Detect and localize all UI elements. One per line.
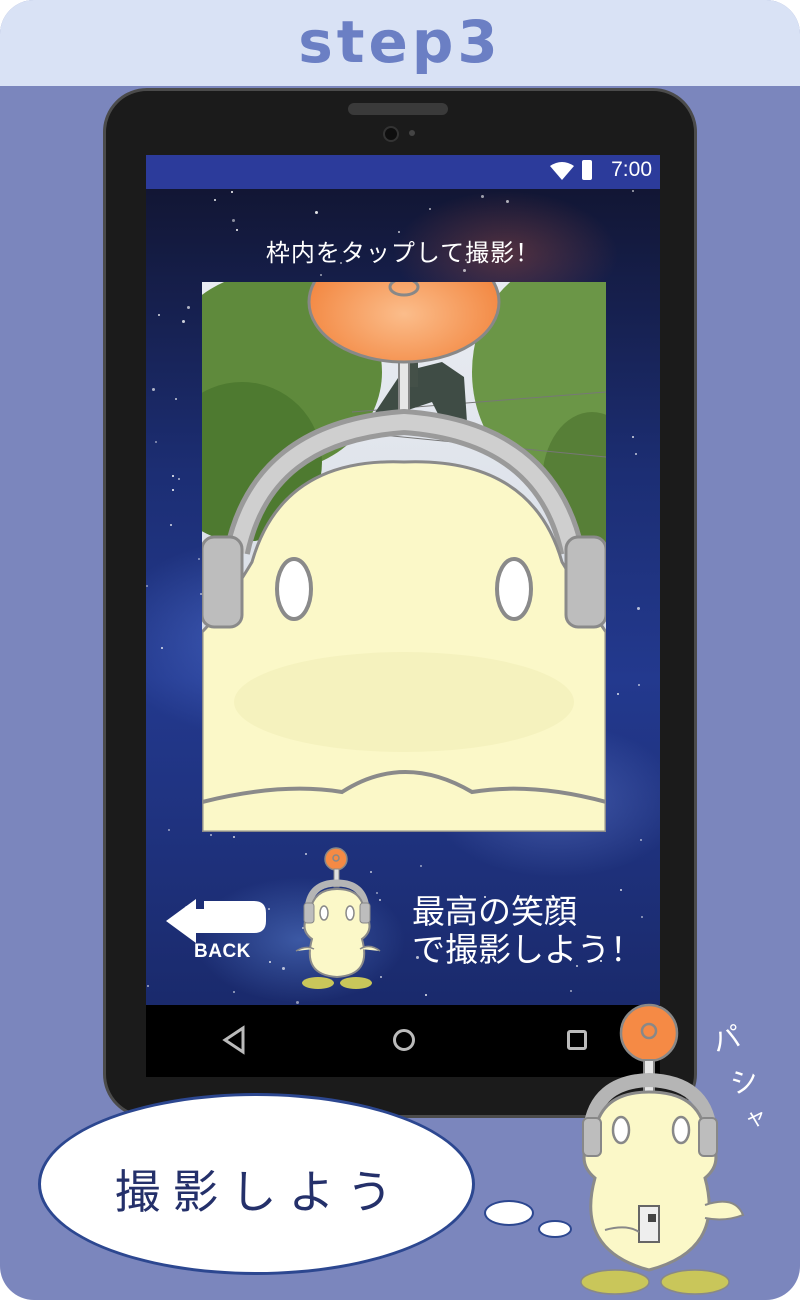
phone-sensor xyxy=(409,130,415,136)
star xyxy=(236,229,238,231)
tutorial-card: step3 7:00 枠内をタップして撮影！ BACK 最高の笑顔 で撮影しよう… xyxy=(0,0,800,1300)
status-time: 7:00 xyxy=(611,158,652,181)
star xyxy=(320,274,322,276)
thought-dot-large xyxy=(484,1200,534,1226)
tap-instruction: 枠内をタップして撮影！ xyxy=(265,239,541,267)
star xyxy=(296,1001,299,1004)
star xyxy=(506,200,509,203)
sfx-char: ャ xyxy=(741,1103,770,1134)
star xyxy=(632,436,634,438)
star xyxy=(269,961,271,963)
star xyxy=(233,991,235,993)
sfx-char: シ xyxy=(726,1061,763,1102)
star xyxy=(172,489,174,491)
star xyxy=(182,320,185,323)
speech-bubble-text: 撮影しよう xyxy=(114,1165,405,1219)
star xyxy=(429,208,431,210)
star xyxy=(168,829,170,831)
star xyxy=(315,211,318,214)
star xyxy=(155,441,157,443)
step-title: step3 xyxy=(298,8,502,76)
star xyxy=(170,524,172,526)
phone-frame: 7:00 枠内をタップして撮影！ BACK 最高の笑顔 で撮影しよう！ xyxy=(103,88,697,1118)
star xyxy=(161,647,163,649)
speech-bubble: 撮影しよう xyxy=(38,1093,475,1275)
smile-message-line1: 最高の笑顔 xyxy=(412,892,577,931)
back-label: BACK xyxy=(194,941,251,962)
star xyxy=(637,607,640,610)
smile-message-line2: で撮影しよう！ xyxy=(412,930,643,969)
star xyxy=(178,478,180,480)
star xyxy=(172,475,174,477)
wifi-icon xyxy=(550,162,574,180)
star xyxy=(620,889,622,891)
star xyxy=(570,990,572,992)
circle-home-icon[interactable] xyxy=(393,1029,415,1051)
shutter-sound-effect: パ シ ャ xyxy=(709,1018,782,1148)
star xyxy=(420,865,422,867)
star xyxy=(232,219,235,222)
star xyxy=(231,191,233,193)
mascot-small xyxy=(295,847,381,989)
phone-speaker xyxy=(348,103,448,115)
front-camera-icon xyxy=(383,126,399,142)
photo-frame[interactable] xyxy=(202,282,606,832)
star xyxy=(638,684,640,686)
star xyxy=(632,190,634,192)
triangle-back-icon[interactable] xyxy=(221,1025,247,1055)
star xyxy=(425,994,427,996)
star xyxy=(175,398,177,400)
star xyxy=(210,834,212,836)
star xyxy=(481,195,484,198)
star xyxy=(214,199,216,201)
star xyxy=(617,693,619,695)
smile-message: 最高の笑顔 で撮影しよう！ xyxy=(412,893,652,969)
back-button[interactable]: BACK xyxy=(164,895,268,967)
star xyxy=(233,836,235,838)
status-bar: 7:00 xyxy=(146,155,660,189)
star xyxy=(158,314,160,316)
star xyxy=(463,269,466,272)
star xyxy=(635,453,637,455)
battery-icon xyxy=(582,160,592,180)
star xyxy=(198,558,200,560)
star xyxy=(268,908,270,910)
back-arrow-icon xyxy=(166,899,266,943)
card-header: step3 xyxy=(0,0,800,86)
camera-preview xyxy=(202,282,606,832)
star xyxy=(187,306,190,309)
star xyxy=(146,585,148,587)
star xyxy=(147,985,149,987)
phone-screen: 7:00 枠内をタップして撮影！ BACK 最高の笑顔 で撮影しよう！ xyxy=(146,155,660,1005)
star xyxy=(640,839,642,841)
sfx-char: パ xyxy=(708,1019,745,1060)
star xyxy=(152,388,155,391)
